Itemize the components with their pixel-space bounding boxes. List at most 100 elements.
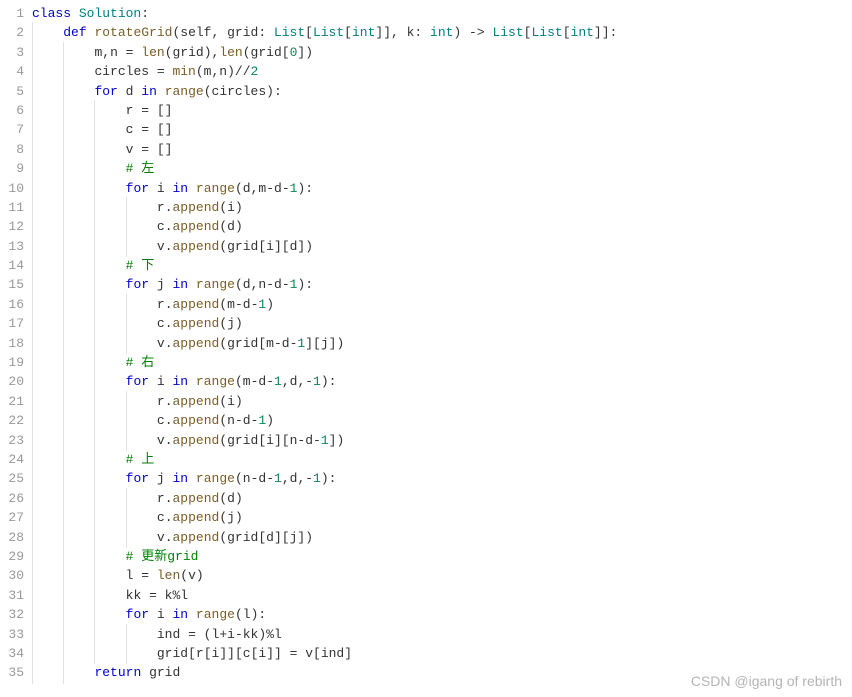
code-line: c.append(n-d-1) <box>32 411 852 430</box>
token-num: 1 <box>313 471 321 486</box>
token-txt <box>149 374 157 389</box>
token-txt <box>149 181 157 196</box>
token-sym: ][ <box>274 530 290 545</box>
token-var: circles <box>212 84 267 99</box>
token-sym: ) <box>235 200 243 215</box>
token-sym: ( <box>219 200 227 215</box>
token-txt <box>165 471 173 486</box>
token-sym: ]) <box>329 433 345 448</box>
token-sym: . <box>165 200 173 215</box>
line-number: 35 <box>0 663 24 682</box>
token-sym: ): <box>321 374 337 389</box>
token-sym: , <box>211 25 227 40</box>
line-number: 24 <box>0 450 24 469</box>
token-kw: for <box>126 471 149 486</box>
line-number: 12 <box>0 217 24 236</box>
token-var: r <box>157 491 165 506</box>
token-sym: [ <box>282 45 290 60</box>
code-line: v.append(grid[i][d]) <box>32 237 852 256</box>
token-var: grid <box>157 646 188 661</box>
token-sym: [ <box>258 239 266 254</box>
token-sym: - <box>235 297 243 312</box>
token-var: i <box>227 394 235 409</box>
token-kw: def <box>63 25 86 40</box>
token-sym: - <box>266 181 274 196</box>
token-var: j <box>227 510 235 525</box>
token-num: 1 <box>321 433 329 448</box>
token-def: append <box>173 316 220 331</box>
token-cmt: # 右 <box>126 355 155 370</box>
token-sym: . <box>165 530 173 545</box>
code-area: class Solution: def rotateGrid(self, gri… <box>32 0 852 683</box>
token-sym: . <box>165 413 173 428</box>
token-sym: ( <box>235 374 243 389</box>
token-type: List <box>492 25 523 40</box>
token-def: range <box>165 84 204 99</box>
token-sym: - <box>313 433 321 448</box>
code-line: c.append(j) <box>32 508 852 527</box>
token-sym: ): <box>266 84 282 99</box>
token-sym: ( <box>235 277 243 292</box>
token-sym: . <box>165 219 173 234</box>
token-sym: ) <box>235 316 243 331</box>
token-var: d <box>266 530 274 545</box>
token-sym: : <box>258 25 274 40</box>
token-var: c <box>157 316 165 331</box>
code-line: ind = (l+i-kk)%l <box>32 625 852 644</box>
line-number: 8 <box>0 140 24 159</box>
token-sym: ( <box>219 530 227 545</box>
token-txt <box>188 374 196 389</box>
token-var: r <box>157 297 165 312</box>
token-txt <box>71 6 79 21</box>
code-line: for d in range(circles): <box>32 82 852 101</box>
token-var: i <box>227 627 235 642</box>
code-line: r.append(d) <box>32 489 852 508</box>
token-sym: ]] = <box>266 646 305 661</box>
token-def: range <box>196 607 235 622</box>
line-number: 23 <box>0 431 24 450</box>
token-var: v <box>157 433 165 448</box>
token-type: List <box>274 25 305 40</box>
token-def: min <box>172 64 195 79</box>
token-txt <box>157 84 165 99</box>
token-sym: . <box>165 433 173 448</box>
token-var: v <box>157 336 165 351</box>
code-line: # 上 <box>32 450 852 469</box>
code-line: for j in range(d,n-d-1): <box>32 275 852 294</box>
token-txt <box>188 181 196 196</box>
token-sym: ( <box>204 84 212 99</box>
token-var: grid <box>227 336 258 351</box>
token-sym: [ <box>258 530 266 545</box>
token-def: append <box>173 491 220 506</box>
token-txt <box>165 374 173 389</box>
code-line: class Solution: <box>32 4 852 23</box>
token-txt <box>188 471 196 486</box>
token-var: d <box>227 219 235 234</box>
token-cmt: # 更新grid <box>126 549 199 564</box>
token-sym: . <box>165 491 173 506</box>
token-sym: [ <box>305 25 313 40</box>
token-var: grid <box>251 45 282 60</box>
token-sym: = [] <box>133 103 172 118</box>
token-var: c <box>157 510 165 525</box>
token-sym: ): <box>297 181 313 196</box>
token-var: d <box>243 181 251 196</box>
token-sym: ]][ <box>219 646 242 661</box>
token-sym: ) -> <box>453 25 492 40</box>
token-txt <box>149 607 157 622</box>
token-var: i <box>157 374 165 389</box>
code-line: for j in range(n-d-1,d,-1): <box>32 469 852 488</box>
token-sym: . <box>165 336 173 351</box>
token-var: d <box>305 433 313 448</box>
token-sym: . <box>165 394 173 409</box>
token-var: c <box>157 219 165 234</box>
token-var: i <box>157 181 165 196</box>
token-cls: Solution <box>79 6 141 21</box>
code-line: for i in range(d,m-d-1): <box>32 179 852 198</box>
line-number: 13 <box>0 237 24 256</box>
token-sym: . <box>165 316 173 331</box>
token-kw: for <box>94 84 117 99</box>
code-line: c.append(d) <box>32 217 852 236</box>
token-kw: class <box>32 6 71 21</box>
token-sym: ( <box>235 181 243 196</box>
